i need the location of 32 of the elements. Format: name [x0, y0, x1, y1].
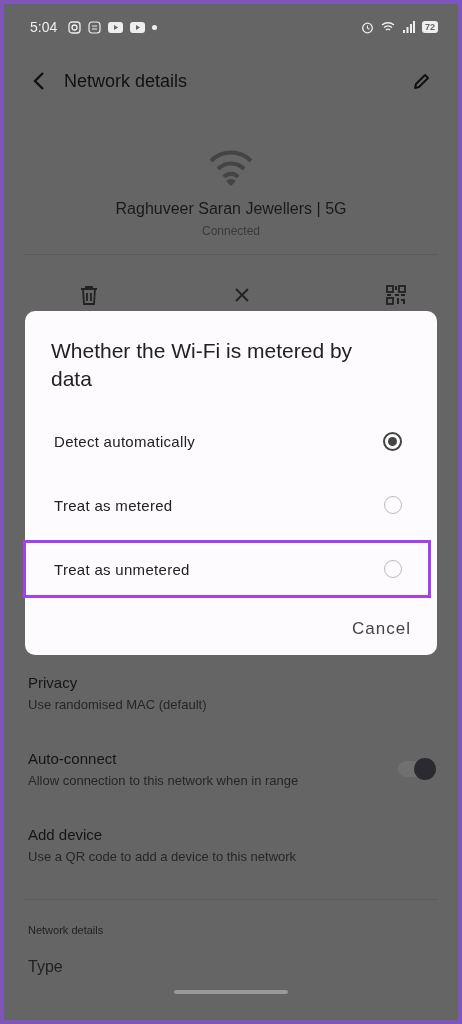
- play-app-icon: [108, 21, 124, 33]
- wifi-icon: [208, 150, 254, 188]
- network-name: Raghuveer Saran Jewellers | 5G: [115, 200, 347, 218]
- dot-icon: [152, 24, 158, 30]
- play-app-icon: [130, 21, 146, 33]
- dialog-title: Whether the Wi-Fi is metered by data: [50, 338, 354, 392]
- qr-code-icon[interactable]: [386, 285, 406, 305]
- battery-level: 72: [422, 21, 438, 33]
- setting-description: Use randomised MAC (default): [28, 697, 208, 712]
- radio-option[interactable]: Treat as metered: [23, 473, 431, 537]
- radio-option[interactable]: Detect automatically: [23, 409, 431, 473]
- setting-description: Use a QR code to add a device to this network: [28, 849, 298, 864]
- alarm-icon: [361, 20, 374, 34]
- cancel-button[interactable]: Cancel: [352, 615, 411, 643]
- section-heading: Network details: [27, 923, 105, 936]
- radio-button[interactable]: [383, 431, 402, 451]
- close-icon[interactable]: [234, 287, 250, 303]
- setting-title: Privacy: [28, 674, 79, 691]
- status-time: 5:04: [30, 19, 58, 35]
- pencil-icon[interactable]: [412, 71, 432, 91]
- setting-title: Auto-connect: [28, 750, 118, 767]
- screen-title: Network details: [64, 70, 188, 92]
- wifi-icon: [381, 21, 395, 33]
- highlighted-option[interactable]: Treat as unmetered: [23, 540, 431, 598]
- trash-icon[interactable]: [80, 285, 98, 305]
- grid-app-icon: [88, 20, 102, 34]
- signal-icon: [402, 21, 415, 33]
- setting-title: Add device: [28, 826, 104, 843]
- setting-description: Allow connection to this network when in range: [28, 773, 300, 788]
- detail-label: Type: [27, 957, 64, 976]
- camera-app-icon: [68, 20, 82, 34]
- back-icon[interactable]: [32, 71, 46, 91]
